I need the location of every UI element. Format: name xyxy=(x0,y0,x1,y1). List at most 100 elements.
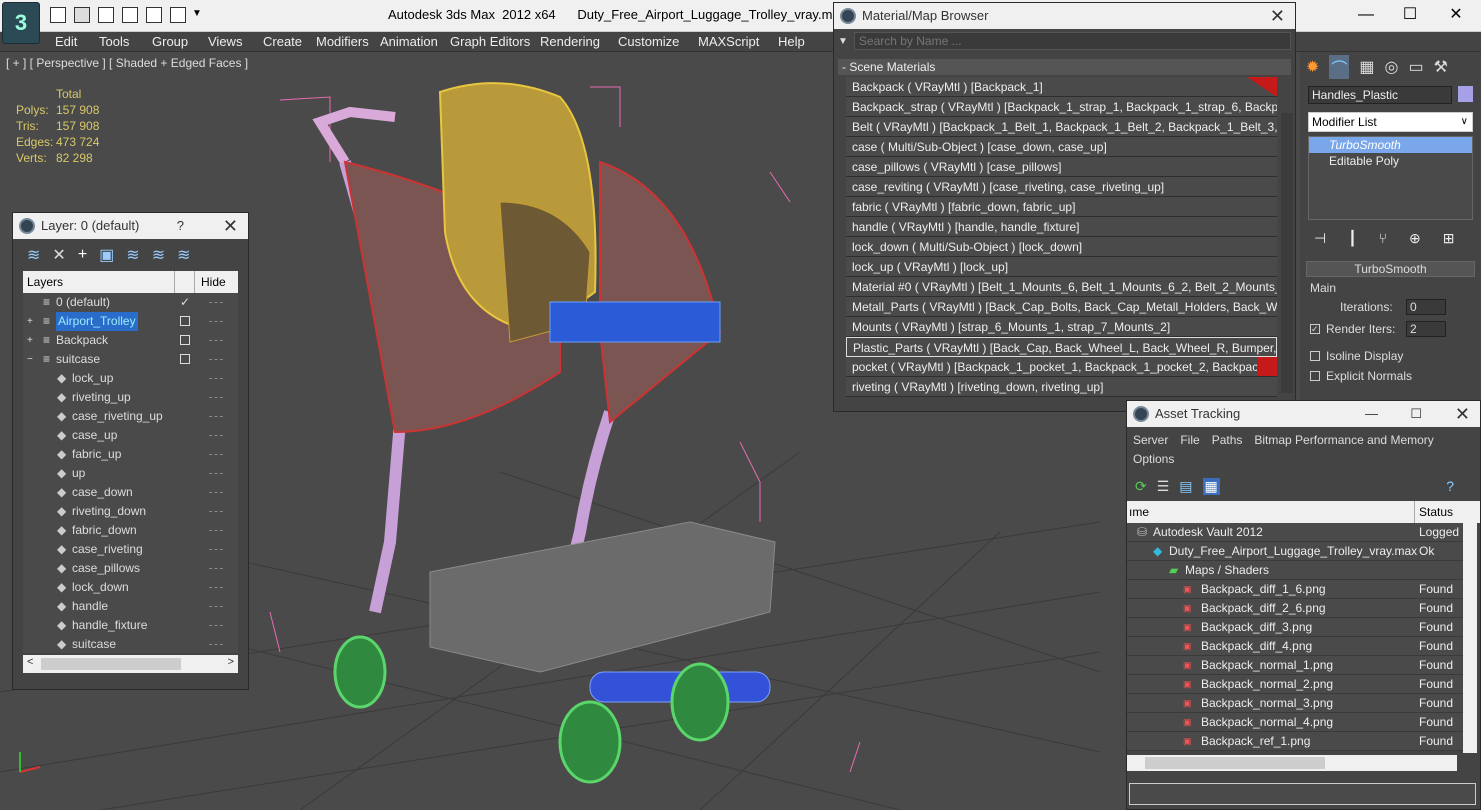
remove-modifier-icon[interactable]: ⊕ xyxy=(1409,230,1421,247)
asset-row[interactable]: ▣ Backpack_diff_3.png Found xyxy=(1127,618,1467,637)
isoline-checkbox[interactable] xyxy=(1310,351,1320,361)
asset-row[interactable]: ▣ Backpack_normal_3.png Found xyxy=(1127,694,1467,713)
explicit-normals-checkbox[interactable] xyxy=(1310,371,1320,381)
object-row[interactable]: ◆ fabric_up xyxy=(23,445,238,464)
hide-all-icon[interactable]: ≋ xyxy=(152,245,165,265)
save-icon[interactable] xyxy=(74,7,90,23)
material-item[interactable]: Backpack_strap ( VRayMtl ) [Backpack_1_s… xyxy=(846,97,1277,117)
menu-server[interactable]: Server xyxy=(1133,431,1168,450)
utilities-tab-icon[interactable]: ⚒ xyxy=(1434,57,1448,77)
new-layer-icon[interactable]: ≋ xyxy=(27,245,40,265)
layer-horizontal-scrollbar[interactable]: < > xyxy=(23,655,238,673)
collapse-icon[interactable]: − xyxy=(27,350,33,369)
material-item[interactable]: fabric ( VRayMtl ) [fabric_down, fabric_… xyxy=(846,197,1277,217)
layer-row[interactable]: − ≡ suitcase xyxy=(23,350,238,369)
render-iters-checkbox[interactable]: ✓ xyxy=(1310,324,1320,334)
maximize-icon[interactable]: ☐ xyxy=(1410,401,1422,427)
material-item[interactable]: Belt ( VRayMtl ) [Backpack_1_Belt_1, Bac… xyxy=(846,117,1277,137)
hide-toggle[interactable] xyxy=(209,473,223,474)
hide-toggle[interactable] xyxy=(209,625,223,626)
object-row[interactable]: ◆ case_down xyxy=(23,483,238,502)
menu-paths[interactable]: Paths xyxy=(1212,431,1243,450)
scroll-thumb[interactable] xyxy=(1145,757,1325,769)
display-tab-icon[interactable]: ▭ xyxy=(1409,57,1424,77)
minimize-icon[interactable]: — xyxy=(1365,401,1378,427)
menu-help[interactable]: Help xyxy=(778,34,805,49)
active-box-icon[interactable] xyxy=(180,354,190,364)
layer-row[interactable]: + ≡ Backpack xyxy=(23,331,238,350)
scroll-right-icon[interactable]: > xyxy=(228,656,234,668)
thumbnail-view-icon[interactable]: ▤ xyxy=(1179,478,1192,495)
object-row[interactable]: ◆ case_pillows xyxy=(23,559,238,578)
hide-toggle[interactable] xyxy=(209,359,223,360)
main-close-button[interactable]: ✕ xyxy=(1436,4,1476,26)
stack-item-editable-poly[interactable]: Editable Poly xyxy=(1309,153,1472,169)
redo-icon[interactable] xyxy=(122,7,138,23)
object-row[interactable]: ◆ suitcase xyxy=(23,635,238,653)
pin-stack-icon[interactable]: ⊣ xyxy=(1314,230,1326,247)
col-status[interactable]: Status xyxy=(1415,501,1453,523)
asset-row[interactable]: ⛁ Autodesk Vault 2012 Logged xyxy=(1127,523,1467,542)
help-icon[interactable]: ? xyxy=(1446,478,1454,494)
material-item[interactable]: pocket ( VRayMtl ) [Backpack_1_pocket_1,… xyxy=(846,357,1277,377)
hide-toggle[interactable] xyxy=(209,435,223,436)
hide-toggle[interactable] xyxy=(209,644,223,645)
hide-toggle[interactable] xyxy=(209,454,223,455)
menu-maxscript[interactable]: MAXScript xyxy=(698,34,759,49)
make-unique-icon[interactable]: ⑂ xyxy=(1379,230,1387,247)
object-row[interactable]: ◆ case_riveting_up xyxy=(23,407,238,426)
asset-row[interactable]: ▣ Backpack_normal_4.png Found xyxy=(1127,713,1467,732)
col-hide[interactable]: Hide xyxy=(195,271,226,293)
select-objects-icon[interactable]: ▣ xyxy=(99,245,114,265)
asset-row[interactable]: ▣ Backpack_diff_1_6.png Found xyxy=(1127,580,1467,599)
main-minimize-button[interactable]: — xyxy=(1346,4,1386,26)
object-row[interactable]: ◆ handle xyxy=(23,597,238,616)
hide-toggle[interactable] xyxy=(209,340,223,341)
menu-customize[interactable]: Customize xyxy=(618,34,679,49)
menu-animation[interactable]: Animation xyxy=(380,34,438,49)
modify-tab-icon[interactable]: ⌒ xyxy=(1329,55,1350,79)
hold-icon[interactable] xyxy=(146,7,162,23)
hide-toggle[interactable] xyxy=(209,568,223,569)
object-row[interactable]: ◆ fabric_down xyxy=(23,521,238,540)
hide-toggle[interactable] xyxy=(209,511,223,512)
material-item[interactable]: lock_up ( VRayMtl ) [lock_up] xyxy=(846,257,1277,277)
motion-tab-icon[interactable]: ◎ xyxy=(1385,57,1399,77)
object-row[interactable]: ◆ lock_down xyxy=(23,578,238,597)
close-icon[interactable]: ✕ xyxy=(223,213,238,239)
help-icon[interactable]: ? xyxy=(177,213,184,239)
material-item[interactable]: Material #0 ( VRayMtl ) [Belt_1_Mounts_6… xyxy=(846,277,1277,297)
object-row[interactable]: ◆ riveting_up xyxy=(23,388,238,407)
asset-row[interactable]: ▰ Maps / Shaders xyxy=(1127,561,1467,580)
col-layers[interactable]: Layers xyxy=(23,271,175,293)
freeze-all-icon[interactable]: ≋ xyxy=(177,245,190,265)
hide-toggle[interactable] xyxy=(209,530,223,531)
col-name[interactable]: ıme xyxy=(1127,501,1415,523)
menu-file[interactable]: File xyxy=(1180,431,1199,450)
menu-rendering[interactable]: Rendering xyxy=(540,34,600,49)
asset-row[interactable]: ▣ Backpack_normal_1.png Found xyxy=(1127,656,1467,675)
material-item[interactable]: riveting ( VRayMtl ) [riveting_down, riv… xyxy=(846,377,1277,397)
stack-item-turbosmooth[interactable]: TurboSmooth xyxy=(1309,137,1472,153)
object-name-input[interactable] xyxy=(1308,86,1452,104)
material-item[interactable]: case_pillows ( VRayMtl ) [case_pillows] xyxy=(846,157,1277,177)
add-to-layer-icon[interactable]: + xyxy=(78,246,87,264)
active-box-icon[interactable] xyxy=(180,335,190,345)
material-item[interactable]: lock_down ( Multi/Sub-Object ) [lock_dow… xyxy=(846,237,1277,257)
menu-create[interactable]: Create xyxy=(263,34,302,49)
open-file-icon[interactable] xyxy=(50,7,66,23)
layer-panel-titlebar[interactable]: Layer: 0 (default) ? ✕ xyxy=(13,213,248,239)
object-color-swatch[interactable] xyxy=(1458,86,1473,102)
object-row[interactable]: ◆ riveting_down xyxy=(23,502,238,521)
iterations-spinner[interactable]: 0 xyxy=(1406,299,1446,315)
material-vertical-scrollbar[interactable] xyxy=(1281,113,1293,393)
main-maximize-button[interactable]: ☐ xyxy=(1390,4,1430,26)
close-icon[interactable]: ✕ xyxy=(1455,401,1470,427)
menu-views[interactable]: Views xyxy=(208,34,242,49)
object-row[interactable]: ◆ lock_up xyxy=(23,369,238,388)
asset-horizontal-scrollbar[interactable] xyxy=(1127,755,1457,771)
configure-sets-icon[interactable]: ⊞ xyxy=(1443,230,1455,247)
object-row[interactable]: ◆ handle_fixture xyxy=(23,616,238,635)
asset-path-field[interactable] xyxy=(1129,783,1476,805)
asset-row[interactable]: ▣ Backpack_diff_2_6.png Found xyxy=(1127,599,1467,618)
